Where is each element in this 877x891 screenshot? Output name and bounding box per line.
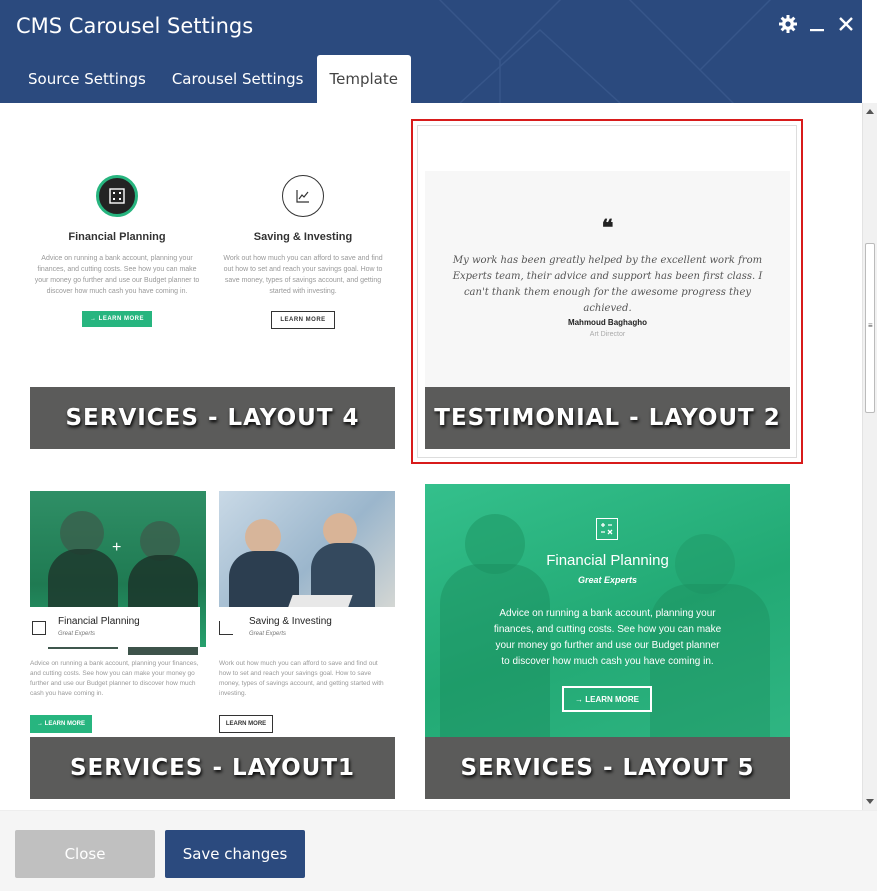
preview-title: Saving & Investing (253, 231, 353, 243)
preview-card-label: Saving & Investing Great Experts (219, 607, 395, 647)
calculator-icon (596, 518, 618, 540)
preview-title: Financial Planning (58, 616, 140, 627)
minimize-icon[interactable] (808, 14, 826, 34)
template-card-services-layout-1[interactable]: + Financial Planning Great Experts Advic… (30, 491, 395, 799)
preview-title: Financial Planning (546, 552, 669, 569)
tab-carousel-settings[interactable]: Carousel Settings (159, 55, 317, 103)
template-card-services-layout-5[interactable]: Financial Planning Great Experts Advice … (425, 484, 790, 799)
dialog-title: CMS Carousel Settings (16, 14, 254, 38)
plus-icon: + (112, 539, 122, 556)
quote-role: Art Director (589, 331, 626, 338)
dialog-header: CMS Carousel Settings Source Settings Ca… (0, 0, 862, 103)
grip-icon: ≡ (868, 321, 873, 330)
preview-text: Advice on running a bank account, planni… (493, 608, 722, 667)
save-changes-button[interactable]: Save changes (165, 830, 305, 878)
calculator-icon (32, 621, 46, 635)
template-name: SERVICES - LAYOUT 4 (30, 387, 395, 449)
scroll-up-icon[interactable] (866, 109, 874, 114)
tab-source-settings[interactable]: Source Settings (15, 55, 159, 103)
scroll-thumb[interactable]: ≡ (865, 243, 875, 413)
template-name: SERVICES - LAYOUT 5 (425, 737, 790, 799)
preview-learn-more: LEARN MORE (271, 311, 335, 329)
window-controls (778, 14, 856, 34)
template-preview: Financial Planning Advice on running a b… (30, 123, 395, 387)
preview-text: Advice on running a bank account, planni… (30, 660, 199, 697)
template-name: SERVICES - LAYOUT1 (30, 737, 395, 799)
template-card-services-layout-4[interactable]: Financial Planning Advice on running a b… (30, 123, 395, 449)
preview-title: Saving & Investing (249, 616, 332, 627)
template-preview: ❝ My work has been greatly helped by the… (425, 171, 790, 387)
template-name: TESTIMONIAL - LAYOUT 2 (425, 387, 790, 449)
scroll-down-icon[interactable] (866, 799, 874, 804)
dialog-footer: Close Save changes (0, 810, 877, 891)
preview-learn-more: → LEARN MORE (30, 715, 92, 733)
preview-text: Advice on running a bank account, planni… (34, 255, 200, 295)
preview-learn-more: LEARN MORE (219, 715, 273, 733)
quote-text: My work has been greatly helped by the e… (452, 255, 763, 314)
chart-icon (219, 621, 233, 635)
preview-title: Financial Planning (68, 231, 166, 243)
tab-bar: Source Settings Carousel Settings Templa… (15, 55, 411, 103)
preview-subtitle: Great Experts (249, 631, 287, 637)
preview-text: Work out how much you can afford to save… (223, 255, 383, 295)
preview-card-label: Financial Planning Great Experts (30, 607, 200, 647)
close-button[interactable]: Close (15, 830, 155, 878)
gear-icon[interactable] (778, 14, 798, 34)
tab-template[interactable]: Template (316, 55, 411, 103)
template-preview: + Financial Planning Great Experts Advic… (30, 491, 395, 737)
close-icon[interactable] (836, 14, 856, 34)
preview-subtitle: Great Experts (577, 575, 638, 585)
preview-learn-more: → LEARN MORE (562, 686, 652, 712)
template-preview: Financial Planning Great Experts Advice … (425, 484, 790, 737)
carousel-settings-dialog: CMS Carousel Settings Source Settings Ca… (0, 0, 877, 891)
template-card-testimonial-layout-2[interactable]: ❝ My work has been greatly helped by the… (425, 171, 790, 449)
chart-icon (282, 175, 324, 217)
quote-author: Mahmoud Baghagho (567, 318, 648, 327)
vertical-scrollbar[interactable]: ≡ (862, 103, 877, 810)
preview-learn-more: → LEARN MORE (82, 311, 152, 327)
preview-text: Work out how much you can afford to save… (219, 660, 384, 697)
quote-icon: ❝ (601, 215, 614, 241)
preview-subtitle: Great Experts (58, 631, 96, 637)
calculator-icon (96, 175, 138, 217)
template-gallery: Financial Planning Advice on running a b… (0, 103, 862, 810)
